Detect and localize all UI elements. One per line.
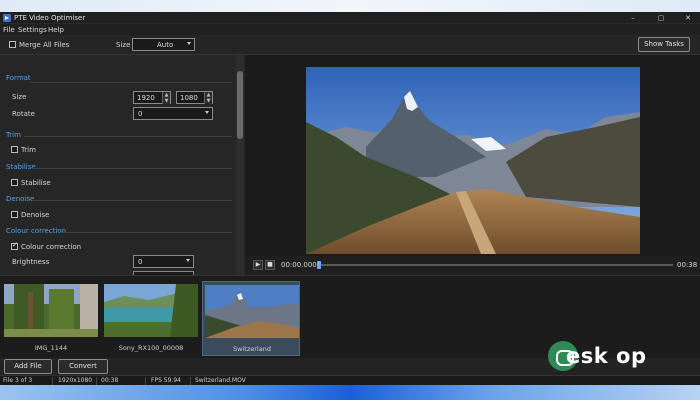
size-label: Size — [116, 41, 131, 49]
desktop-background-top — [0, 0, 700, 12]
file-name: Sony_RX100_00008 — [118, 344, 184, 352]
maximize-button[interactable]: ▢ — [650, 12, 672, 24]
play-icon[interactable]: ▶ — [253, 260, 263, 270]
app-logo-icon — [3, 14, 11, 22]
status-fps: FPS 59.94 — [151, 377, 181, 384]
brightness-value: 0 — [138, 258, 143, 266]
divider — [60, 232, 232, 233]
title-bar: PTE Video Optimiser – ▢ ✕ — [0, 12, 700, 24]
chevron-down-icon — [187, 42, 191, 45]
divider — [190, 377, 191, 385]
section-denoise-title: Denoise — [6, 195, 35, 203]
divider — [30, 82, 232, 83]
section-stabilise-title: Stabilise — [6, 163, 36, 171]
size-dropdown-value: Auto — [157, 41, 174, 49]
decrement-icon[interactable]: ▼ — [204, 98, 212, 104]
menu-settings[interactable]: Settings — [18, 26, 47, 34]
file-item-selected[interactable]: Switzerland — [202, 281, 300, 356]
colour-correction-checkbox[interactable] — [11, 241, 18, 250]
rotate-value: 0 — [138, 110, 143, 118]
status-filename: Switzerland.MOV — [195, 377, 246, 384]
rotate-label: Rotate — [12, 110, 35, 118]
status-file-count: File 3 of 3 — [3, 377, 33, 384]
tree-thumbnail-image — [4, 284, 98, 337]
divider — [96, 377, 97, 385]
minimize-button[interactable]: – — [622, 12, 644, 24]
stabilise-label: Stabilise — [21, 179, 51, 187]
chevron-down-icon — [205, 111, 209, 114]
colour-correction-label: Colour correction — [21, 243, 82, 251]
denoise-label: Denoise — [21, 211, 50, 219]
divider — [52, 377, 53, 385]
chevron-down-icon — [186, 259, 190, 262]
section-colour-correction-title: Colour correction — [6, 227, 67, 235]
close-button[interactable]: ✕ — [677, 12, 699, 24]
settings-panel: Format Size 1920 ▲ ▼ 1080 ▲ ▼ Rotate 0 T… — [0, 55, 245, 275]
divider — [32, 168, 232, 169]
denoise-checkbox[interactable] — [11, 211, 18, 218]
show-tasks-button[interactable]: Show Tasks — [638, 37, 690, 52]
mountain-landscape-image — [306, 67, 640, 254]
menu-bar: File Settings Help — [0, 24, 700, 35]
thumbnail — [4, 284, 98, 337]
trim-checkbox[interactable] — [11, 146, 18, 153]
add-file-button[interactable]: Add File — [4, 359, 52, 374]
thumbnail — [205, 285, 299, 338]
video-frame[interactable] — [306, 67, 640, 254]
decrement-icon[interactable]: ▼ — [162, 98, 170, 104]
desktop-background-bottom — [0, 385, 700, 400]
height-spinbox[interactable]: 1080 ▲ ▼ — [176, 91, 213, 104]
seek-bar[interactable] — [319, 264, 673, 266]
brightness-label: Brightness — [12, 258, 50, 266]
end-time: 00:38 — [677, 261, 698, 269]
merge-all-files-checkbox[interactable] — [9, 41, 16, 48]
convert-button[interactable]: Convert — [58, 359, 108, 374]
status-bar: File 3 of 3 1920x1080 00:38 FPS 59.94 Sw… — [0, 375, 700, 385]
rotate-dropdown[interactable]: 0 — [133, 107, 213, 120]
seek-handle[interactable] — [317, 261, 321, 269]
file-name: IMG_1144 — [34, 344, 68, 352]
section-format-title: Format — [6, 74, 31, 82]
lake-thumbnail-image — [104, 284, 198, 337]
divider — [145, 377, 146, 385]
stop-icon[interactable]: ■ — [265, 260, 275, 270]
divider — [32, 200, 232, 201]
window-title: PTE Video Optimiser — [14, 14, 86, 22]
section-trim-title: Trim — [6, 131, 21, 139]
stabilise-checkbox[interactable] — [11, 179, 18, 186]
player-controls: ▶ ■ 00:00.000 00:38 — [245, 256, 700, 275]
trim-label: Trim — [21, 146, 36, 154]
divider — [24, 136, 232, 137]
size-label: Size — [12, 93, 27, 101]
settings-scrollbar-thumb[interactable] — [237, 71, 243, 139]
file-name: Switzerland — [233, 345, 271, 353]
thumbnail — [104, 284, 198, 337]
width-value: 1920 — [137, 94, 155, 102]
watermark-text: esk op — [566, 344, 647, 368]
video-preview-area: ▶ ■ 00:00.000 00:38 — [245, 55, 700, 275]
height-value: 1080 — [180, 94, 198, 102]
status-resolution: 1920x1080 — [58, 377, 93, 384]
merge-all-files-label: Merge All Files — [19, 41, 70, 49]
current-time: 00:00.000 — [281, 261, 317, 269]
file-item[interactable]: Sony_RX100_00008 — [102, 281, 200, 356]
menu-help[interactable]: Help — [48, 26, 64, 34]
toolbar: Merge All Files Size Auto Show Tasks — [0, 35, 700, 55]
menu-file[interactable]: File — [3, 26, 15, 34]
mountain-thumbnail-image — [205, 285, 299, 338]
brightness-input[interactable]: 0 — [133, 255, 194, 268]
status-duration: 00:38 — [101, 377, 119, 384]
size-dropdown[interactable]: Auto — [132, 38, 195, 51]
file-item[interactable]: IMG_1144 — [2, 281, 100, 356]
width-spinbox[interactable]: 1920 ▲ ▼ — [133, 91, 171, 104]
app-window: PTE Video Optimiser – ▢ ✕ File Settings … — [0, 12, 700, 385]
